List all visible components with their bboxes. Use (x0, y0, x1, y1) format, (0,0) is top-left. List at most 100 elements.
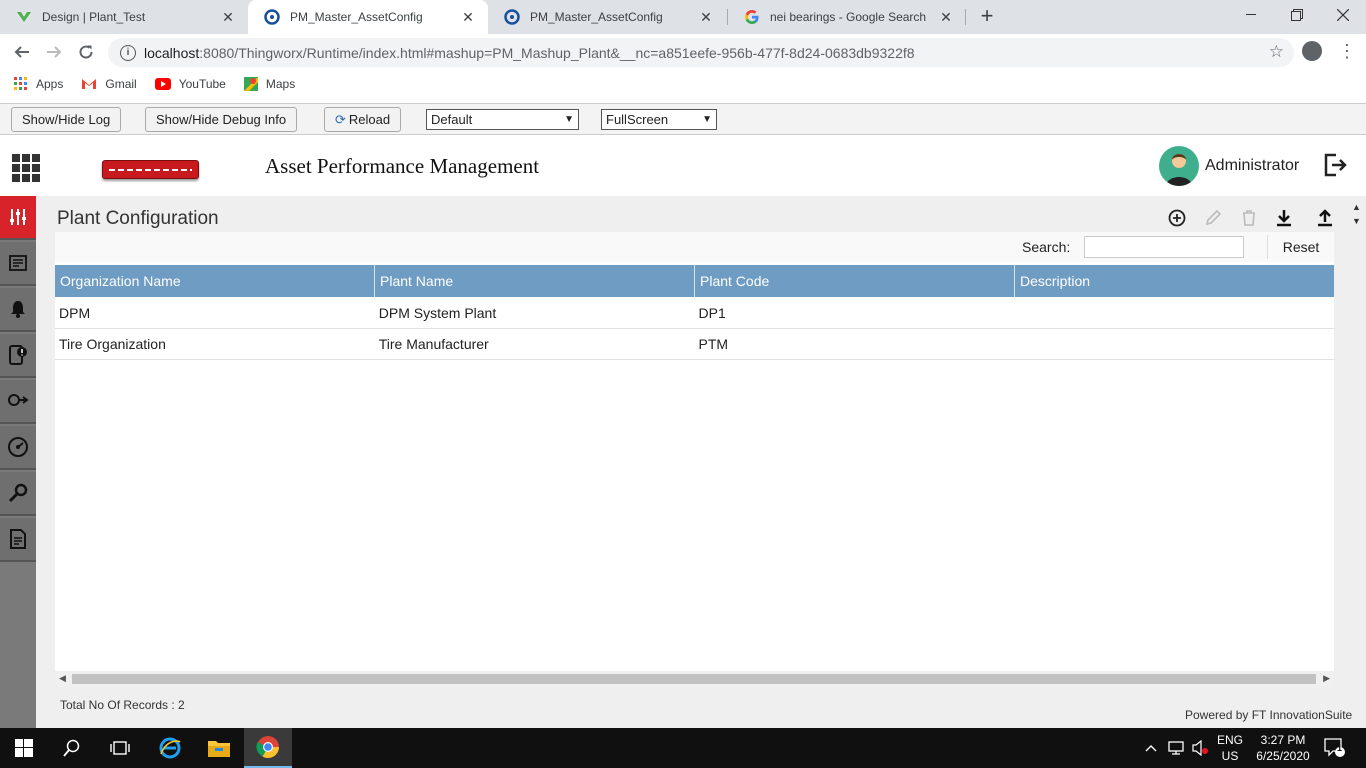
notifications-icon[interactable]: 1 (1324, 728, 1346, 768)
scroll-down-arrow-icon[interactable]: ▼ (1352, 216, 1361, 226)
scroll-right-arrow-icon[interactable]: ▶ (1323, 673, 1330, 684)
close-tab-icon[interactable]: ✕ (938, 9, 954, 26)
app-title: Asset Performance Management (265, 154, 540, 178)
gear-icon (504, 9, 520, 25)
chrome-taskbar-icon[interactable] (244, 728, 292, 768)
browser-tab-active[interactable]: PM_Master_AssetConfig ✕ (248, 0, 488, 34)
new-tab-icon[interactable]: + (976, 5, 998, 27)
task-view-icon[interactable] (96, 728, 144, 768)
main-content: Plant Configuration ▲ ▼ Search: Reset Or… (36, 196, 1366, 728)
search-icon[interactable] (48, 728, 96, 768)
bookmark-star-icon[interactable]: ☆ (1269, 42, 1284, 62)
bookmark-apps[interactable]: Apps (14, 77, 63, 91)
cell-organization: DPM (59, 305, 91, 321)
company-logo (102, 160, 199, 179)
delete-trash-icon[interactable] (1239, 208, 1259, 228)
scrollbar-thumb[interactable] (72, 674, 1316, 684)
site-info-icon[interactable]: i (120, 44, 136, 61)
nav-device-alert-icon[interactable] (0, 334, 36, 378)
mashup-select[interactable]: Default ▼ (426, 109, 579, 130)
notification-count: 1 (1337, 743, 1343, 753)
bookmark-youtube[interactable]: YouTube (154, 77, 226, 91)
restore-icon[interactable] (1274, 0, 1320, 30)
scroll-up-arrow-icon[interactable]: ▲ (1352, 202, 1361, 212)
user-avatar[interactable] (1159, 146, 1199, 186)
horizontal-scrollbar[interactable]: ◀ ▶ (55, 671, 1334, 687)
address-bar[interactable]: i localhost:8080/Thingworx/Runtime/index… (108, 38, 1294, 67)
input-language[interactable]: ENG US (1216, 732, 1244, 764)
back-icon[interactable] (10, 40, 34, 64)
cell-plant-code: PTM (698, 336, 729, 352)
column-header-description[interactable]: Description (1015, 265, 1334, 297)
cell-plant-name: DPM System Plant (378, 305, 497, 321)
bookmark-gmail[interactable]: Gmail (81, 77, 137, 91)
windows-taskbar: ENG US 3:27 PM 6/25/2020 1 (0, 728, 1366, 768)
left-nav (0, 196, 36, 728)
show-hide-log-button[interactable]: Show/Hide Log (11, 107, 122, 132)
search-row: Search: Reset (55, 232, 1334, 262)
browser-menu-icon[interactable]: ⋮ (1338, 38, 1356, 64)
cell-plant-code: DP1 (698, 305, 726, 321)
nav-configuration-icon[interactable] (0, 196, 36, 240)
reset-button[interactable]: Reset (1267, 235, 1334, 259)
bookmark-maps[interactable]: Maps (243, 77, 295, 91)
cell-organization: Tire Organization (59, 336, 166, 352)
network-icon[interactable] (1168, 728, 1186, 768)
browser-tab[interactable]: Design | Plant_Test ✕ (0, 0, 248, 34)
edit-pencil-icon[interactable] (1203, 208, 1223, 228)
column-header-plant-code[interactable]: Plant Code (695, 265, 1015, 297)
add-circle-icon[interactable] (1167, 208, 1187, 228)
page-title: Plant Configuration (57, 208, 219, 229)
reload-label: Reload (348, 112, 391, 127)
chevron-down-icon: ▼ (702, 114, 712, 125)
clock-date: 6/25/2020 (1256, 749, 1310, 763)
browser-tab[interactable]: PM_Master_AssetConfig ✕ (488, 0, 726, 34)
show-hide-debug-button[interactable]: Show/Hide Debug Info (145, 107, 298, 132)
close-tab-icon[interactable]: ✕ (698, 9, 714, 26)
download-icon[interactable] (1274, 208, 1294, 228)
close-tab-icon[interactable]: ✕ (220, 9, 236, 26)
search-input[interactable] (1084, 236, 1244, 258)
maps-icon (243, 77, 258, 91)
language-top: ENG (1216, 733, 1243, 747)
close-tab-icon[interactable]: ✕ (460, 9, 476, 26)
youtube-icon (154, 78, 171, 90)
file-explorer-icon[interactable] (195, 728, 243, 768)
display-mode-select[interactable]: FullScreen ▼ (601, 109, 717, 130)
nav-alerts-bell-icon[interactable] (0, 288, 36, 332)
google-icon (744, 9, 760, 25)
browser-tab[interactable]: nei bearings - Google Search ✕ (728, 0, 966, 34)
reload-button[interactable]: ⟳ Reload (324, 107, 402, 132)
nav-dashboard-gauge-icon[interactable] (0, 426, 36, 470)
windows-start-icon[interactable] (0, 728, 48, 768)
profile-avatar-icon[interactable] (1302, 41, 1322, 61)
cell-description (1014, 329, 1334, 359)
logout-icon[interactable] (1322, 152, 1348, 178)
nav-reports-icon[interactable] (0, 518, 36, 562)
table-row[interactable]: DPM DPM System Plant DP1 (55, 298, 1334, 329)
scroll-left-arrow-icon[interactable]: ◀ (59, 673, 66, 684)
tab-title: PM_Master_AssetConfig (290, 10, 423, 24)
reload-icon[interactable] (74, 40, 98, 64)
thingworx-composer-icon (16, 9, 32, 25)
nav-tools-icon[interactable] (0, 472, 36, 516)
upload-icon[interactable] (1315, 208, 1335, 228)
nav-asset-icon[interactable] (0, 242, 36, 286)
nav-maintenance-icon[interactable] (0, 380, 36, 424)
apps-grid-icon (14, 77, 28, 91)
refresh-icon: ⟳ (335, 111, 346, 127)
tab-title: PM_Master_AssetConfig (530, 10, 663, 24)
forward-icon[interactable] (42, 40, 66, 64)
internet-explorer-icon[interactable] (146, 728, 194, 768)
minimize-icon[interactable] (1228, 0, 1274, 30)
show-hidden-icons[interactable] (1145, 728, 1157, 768)
column-header-organization[interactable]: Organization Name (55, 265, 375, 297)
column-header-plant-name[interactable]: Plant Name (375, 265, 695, 297)
volume-muted-icon[interactable] (1192, 728, 1210, 768)
total-records: Total No Of Records : 2 (60, 698, 185, 712)
table-row[interactable]: Tire Organization Tire Manufacturer PTM (55, 329, 1334, 360)
close-window-icon[interactable] (1320, 0, 1366, 30)
system-clock[interactable]: 3:27 PM 6/25/2020 (1250, 732, 1316, 764)
app-menu-grid-icon[interactable] (12, 154, 40, 182)
powered-by: Powered by FT InnovationSuite (1185, 708, 1353, 722)
